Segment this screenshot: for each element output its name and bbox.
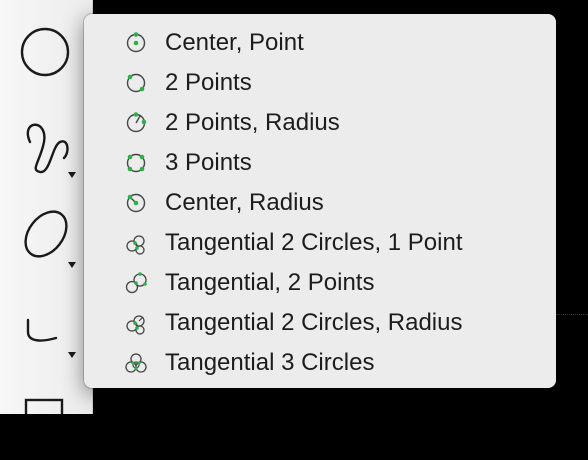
menu-item-tangential-2-circles-1-point[interactable]: Tangential 2 Circles, 1 Point — [84, 223, 556, 263]
menu-item-label: Center, Point — [165, 29, 304, 56]
arc-tool-icon — [26, 318, 76, 358]
tangential-2-circles-1-point-icon — [124, 231, 148, 255]
menu-item-center-radius[interactable]: Center, Radius — [84, 183, 556, 223]
circle-center-radius-icon — [124, 191, 148, 215]
menu-item-label: 2 Points — [165, 69, 252, 96]
submenu-arrow-icon — [68, 172, 76, 178]
circle-2-points-radius-icon — [124, 111, 148, 135]
circle-3-points-icon — [124, 151, 148, 175]
circle-tool-icon — [20, 27, 70, 77]
circle-center-point-icon — [124, 31, 148, 55]
menu-item-2-points[interactable]: 2 Points — [84, 63, 556, 103]
arc-tool-button[interactable] — [0, 280, 92, 370]
circle-2-points-icon — [124, 71, 148, 95]
menu-item-tangential-3-circles[interactable]: Tangential 3 Circles — [84, 343, 556, 383]
menu-item-center-point[interactable]: Center, Point — [84, 23, 556, 63]
circle-options-menu: Center, Point 2 Points 2 Points, Radius — [84, 14, 556, 388]
menu-item-tangential-2-points[interactable]: Tangential, 2 Points — [84, 263, 556, 303]
tangential-2-points-icon — [124, 271, 148, 295]
menu-item-tangential-2-circles-radius[interactable]: Tangential 2 Circles, Radius — [84, 303, 556, 343]
submenu-arrow-icon — [68, 352, 76, 358]
menu-item-label: Tangential, 2 Points — [165, 269, 375, 296]
ellipse-tool-icon — [24, 210, 76, 268]
drawing-toolbar — [0, 0, 93, 414]
tangential-2-circles-radius-icon — [124, 311, 148, 335]
rectangle-tool-button[interactable] — [0, 370, 92, 460]
ellipse-tool-button[interactable] — [0, 190, 92, 280]
menu-item-label: Tangential 2 Circles, 1 Point — [165, 229, 463, 256]
menu-item-label: 3 Points — [165, 149, 252, 176]
menu-item-2-points-radius[interactable]: 2 Points, Radius — [84, 103, 556, 143]
tangential-3-circles-icon — [124, 351, 148, 375]
menu-item-label: Tangential 3 Circles — [165, 349, 375, 376]
menu-item-label: Center, Radius — [165, 189, 324, 216]
canvas-dotted-line — [556, 314, 588, 315]
circle-tool-button[interactable] — [0, 0, 92, 90]
menu-item-label: 2 Points, Radius — [165, 109, 340, 136]
spline-tool-icon — [26, 123, 76, 178]
menu-item-3-points[interactable]: 3 Points — [84, 143, 556, 183]
menu-item-label: Tangential 2 Circles, Radius — [165, 309, 463, 336]
rectangle-tool-icon — [24, 398, 64, 414]
spline-tool-button[interactable] — [0, 100, 92, 190]
submenu-arrow-icon — [68, 262, 76, 268]
